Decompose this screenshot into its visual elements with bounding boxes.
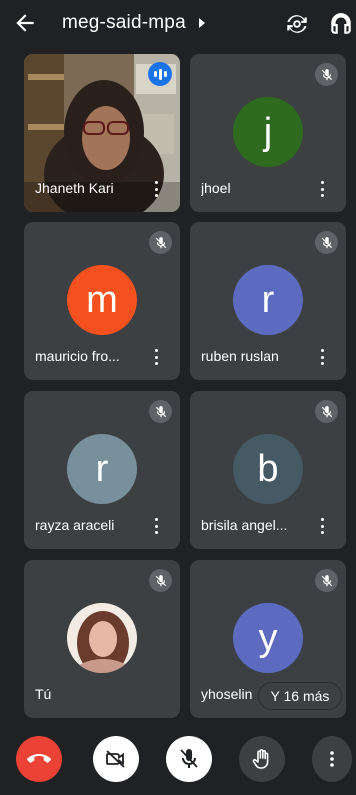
participant-tile-ruben[interactable]: r ruben ruslan [190,222,346,380]
more-vert-icon [330,751,334,767]
avatar: r [67,434,137,504]
participant-name: yhoselin [201,686,253,702]
mic-off-icon [315,569,338,592]
top-bar: meg-said-mpa [0,0,356,48]
raise-hand-button[interactable] [239,736,285,782]
call-controls [0,725,356,795]
participant-tile-jhaneth-kari[interactable]: Jhaneth Kari [24,54,180,212]
participant-name: jhoel [201,180,231,196]
more-vert-icon[interactable] [150,179,162,199]
participant-name: ruben ruslan [201,348,279,364]
mic-off-button[interactable] [166,736,212,782]
participant-name: brisila angel... [201,517,288,533]
mic-off-icon [149,231,172,254]
mic-off-icon [315,63,338,86]
more-vert-icon[interactable] [150,347,162,367]
call-end-icon [27,754,51,763]
more-vert-icon[interactable] [316,347,328,367]
participant-tile-self[interactable]: Tú [24,560,180,718]
participant-name: rayza araceli [35,517,115,533]
avatar: b [233,434,303,504]
meeting-title[interactable]: meg-said-mpa [62,12,186,34]
mic-off-icon [315,231,338,254]
headphones-icon[interactable] [328,11,354,37]
mic-off-icon [315,400,338,423]
camera-off-button[interactable] [93,736,139,782]
participant-tile-brisila[interactable]: b brisila angel... [190,391,346,549]
arrow-left-icon[interactable] [12,10,38,36]
more-vert-icon[interactable] [316,516,328,536]
avatar [67,603,137,673]
camera-switch-icon[interactable] [284,11,310,37]
speaking-indicator-icon [148,62,172,86]
participant-name: Jhaneth Kari [35,180,114,196]
more-vert-icon[interactable] [150,516,162,536]
avatar: y [233,603,303,673]
avatar: m [67,265,137,335]
hang-up-button[interactable] [16,736,62,782]
caret-right-icon[interactable] [199,18,205,28]
participant-tile-rayza[interactable]: r rayza araceli [24,391,180,549]
hand-icon [252,749,269,769]
more-participants-chip[interactable]: Y 16 más [258,682,342,710]
mic-off-icon [149,569,172,592]
mic-off-icon [149,400,172,423]
avatar: r [233,265,303,335]
mic-off-icon [180,749,198,768]
more-options-button[interactable] [312,736,352,782]
participant-name: mauricio fro... [35,348,120,364]
participant-name: Tú [35,686,52,702]
participant-tile-mauricio[interactable]: m mauricio fro... [24,222,180,380]
avatar: j [233,97,303,167]
videocam-off-icon [106,750,125,768]
participant-tile-jhoel[interactable]: j jhoel [190,54,346,212]
more-vert-icon[interactable] [316,179,328,199]
